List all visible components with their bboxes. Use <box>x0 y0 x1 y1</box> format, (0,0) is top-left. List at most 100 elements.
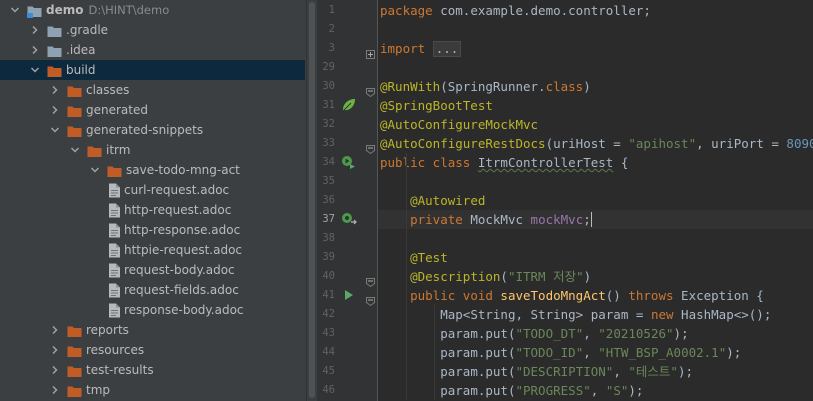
chevron-right-icon[interactable] <box>49 100 61 120</box>
code-line[interactable] <box>378 58 813 77</box>
code-line[interactable]: import ... <box>378 39 813 58</box>
code-line[interactable]: @SpringBootTest <box>378 96 813 115</box>
chevron-right-icon[interactable] <box>49 320 61 340</box>
folded-imports-placeholder[interactable]: ... <box>432 41 462 57</box>
line-number: 40 <box>322 270 335 282</box>
folder-icon <box>67 383 82 397</box>
spring-bean-icon[interactable] <box>341 97 357 113</box>
code-line[interactable]: package com.example.demo.controller; <box>378 1 813 20</box>
code-token: @RunWith <box>380 79 441 94</box>
tree-item-response-body-adoc[interactable]: response-body.adoc <box>0 300 305 320</box>
code-line[interactable]: public class ItrmControllerTest { <box>378 153 813 172</box>
autowired-bean-icon[interactable] <box>341 211 357 227</box>
code-token: "apihost" <box>628 136 697 151</box>
tree-item-text: .gradle <box>66 23 109 37</box>
tree-item-text: curl-request.adoc <box>124 183 230 197</box>
tree-item-tmp[interactable]: tmp <box>0 380 305 400</box>
tree-item-generated-snippets[interactable]: generated-snippets <box>0 120 305 140</box>
fold-collapse-icon[interactable] <box>366 82 375 98</box>
tree-item-test-results[interactable]: test-results <box>0 360 305 380</box>
chevron-right-icon[interactable] <box>29 20 41 40</box>
code-line[interactable]: @AutoConfigureRestDocs(uriHost = "apihos… <box>378 134 813 153</box>
chevron-right-icon[interactable] <box>49 80 61 100</box>
code-line[interactable] <box>378 172 813 191</box>
tree-item-text: request-body.adoc <box>124 263 235 277</box>
fold-collapse-icon[interactable] <box>366 139 375 155</box>
code-token: class <box>545 79 584 94</box>
code-token: ); <box>673 326 689 341</box>
chevron-right-icon[interactable] <box>49 360 61 380</box>
code-token: mockMvc <box>530 212 584 227</box>
chevron-right-icon[interactable] <box>49 380 61 400</box>
chevron-down-icon[interactable] <box>89 160 101 180</box>
code-token: param.put( <box>440 345 516 360</box>
tree-item-http-response-adoc[interactable]: http-response.adoc <box>0 220 305 240</box>
code-line[interactable]: @AutoConfigureMockMvc <box>378 115 813 134</box>
tree-item-gradle[interactable]: .gradle <box>0 20 305 40</box>
run-test-class-icon[interactable] <box>341 154 357 170</box>
tree-item-classes[interactable]: classes <box>0 80 305 100</box>
tree-item-http-request-adoc[interactable]: http-request.adoc <box>0 200 305 220</box>
tree-item-request-body-adoc[interactable]: request-body.adoc <box>0 260 305 280</box>
tree-item-label: save-todo-mng-act <box>126 162 240 178</box>
tree-item-curl-request-adoc[interactable]: curl-request.adoc <box>0 180 305 200</box>
code-token: { <box>613 155 629 170</box>
chevron-down-icon[interactable] <box>29 60 41 80</box>
code-line[interactable]: public void saveTodoMngAct() throws Exce… <box>378 286 813 305</box>
tree-scrollbar[interactable] <box>306 0 317 401</box>
tree-scrollbar-thumb[interactable] <box>309 2 315 398</box>
module-path: D:\HINT\demo <box>88 3 170 17</box>
code-token: ); <box>677 364 694 379</box>
code-line[interactable]: @RunWith(SpringRunner.class) <box>378 77 813 96</box>
code-line[interactable] <box>378 20 813 39</box>
code-line[interactable]: @Description("ITRM 저장") <box>378 267 813 286</box>
chevron-right-icon[interactable] <box>29 40 41 60</box>
code-line[interactable]: param.put("TODO_ID", "HTW_BSP_A0002.1"); <box>378 343 813 362</box>
tree-item-build[interactable]: build <box>0 60 305 80</box>
code-line[interactable]: param.put("DESCRIPTION", "테스트"); <box>378 362 813 381</box>
code-token: public void <box>410 288 501 303</box>
tree-item-reports[interactable]: reports <box>0 320 305 340</box>
code-line[interactable]: param.put("TODO_DT", "20210526"); <box>378 324 813 343</box>
project-tree-panel: demo D:\HINT\demo .gradle .idea build classes… <box>0 0 316 401</box>
code-line[interactable]: Map<String, String> param = new HashMap<… <box>378 305 813 324</box>
fold-expand-icon[interactable] <box>366 44 375 59</box>
line-number: 3 <box>328 42 335 54</box>
line-number: 38 <box>322 232 335 244</box>
chevron-down-icon[interactable] <box>9 0 21 20</box>
line-number: 42 <box>322 308 335 320</box>
adoc-file-icon <box>108 263 123 278</box>
code-token: HashMap<>(); <box>681 307 772 322</box>
chevron-right-icon[interactable] <box>49 340 61 360</box>
tree-item-resources[interactable]: resources <box>0 340 305 360</box>
indent-guide <box>406 153 407 400</box>
fold-collapse-icon[interactable] <box>366 272 375 288</box>
tree-item-demo[interactable]: demo D:\HINT\demo <box>0 0 305 20</box>
code-token: "20210526" <box>598 326 674 341</box>
folder-icon <box>67 363 82 377</box>
tree-item-idea[interactable]: .idea <box>0 40 305 60</box>
code-token: "테스트" <box>628 364 678 379</box>
run-test-icon[interactable] <box>341 287 357 303</box>
folder-icon <box>67 343 82 357</box>
folder-icon <box>47 23 62 37</box>
code-line[interactable]: private MockMvc mockMvc; <box>378 210 813 229</box>
line-number: 31 <box>322 99 335 111</box>
tree-item-text: generated-snippets <box>86 123 204 137</box>
chevron-down-icon[interactable] <box>69 140 81 160</box>
tree-item-itrm[interactable]: itrm <box>0 140 305 160</box>
tree-item-save-todo-mng-act[interactable]: save-todo-mng-act <box>0 160 305 180</box>
chevron-down-icon[interactable] <box>49 120 61 140</box>
adoc-file-icon <box>108 303 123 318</box>
code-line[interactable] <box>378 229 813 248</box>
tree-item-generated[interactable]: generated <box>0 100 305 120</box>
fold-collapse-icon[interactable] <box>366 291 375 307</box>
code-token: com.example.demo.controller; <box>440 3 651 18</box>
code-line[interactable]: @Test <box>378 248 813 267</box>
tree-item-request-fields-adoc[interactable]: request-fields.adoc <box>0 280 305 300</box>
code-line[interactable]: param.put("PROGRESS", "S"); <box>378 381 813 400</box>
adoc-file-icon <box>108 203 123 218</box>
tree-item-httpie-request-adoc[interactable]: httpie-request.adoc <box>0 240 305 260</box>
code-line[interactable]: @Autowired <box>378 191 813 210</box>
code-editor[interactable]: package com.example.demo.controller; impo… <box>378 0 813 401</box>
